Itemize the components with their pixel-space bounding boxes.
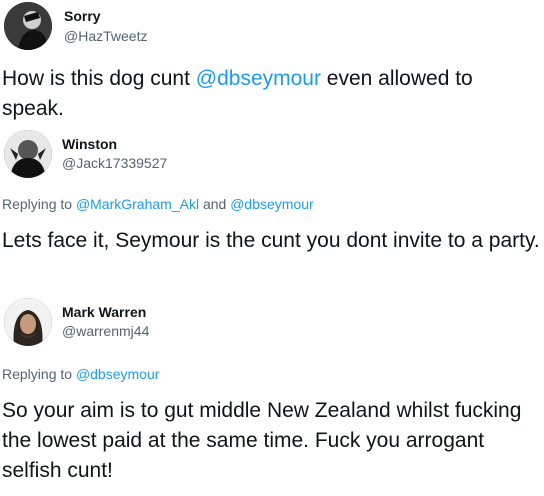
tweet-text: So your aim is to gut middle New Zealand… <box>2 399 522 482</box>
author-handle[interactable]: @Jack17339527 <box>62 155 167 171</box>
replying-prefix: Replying to <box>2 196 76 212</box>
avatar[interactable] <box>4 298 52 346</box>
avatar-image <box>4 2 52 50</box>
replying-to: Replying to @dbseymour <box>2 366 159 382</box>
avatar-image <box>4 130 52 178</box>
author-handle[interactable]: @warrenmj44 <box>62 323 149 339</box>
author-name[interactable]: Mark Warren <box>62 304 146 320</box>
replying-and: and <box>199 196 231 212</box>
reply-mention-link[interactable]: @MarkGraham_Akl <box>76 196 199 212</box>
author-name[interactable]: Winston <box>62 136 117 152</box>
tweet-text-part: How is this dog cunt <box>2 67 196 90</box>
avatar[interactable] <box>4 130 52 178</box>
tweet-text: Lets face it, Seymour is the cunt you do… <box>2 229 540 252</box>
avatar[interactable] <box>4 2 52 50</box>
mention-link[interactable]: @dbseymour <box>196 67 321 90</box>
reply-mention-link[interactable]: @dbseymour <box>230 196 313 212</box>
reply-mention-link[interactable]: @dbseymour <box>76 366 159 382</box>
author-handle[interactable]: @HazTweetz <box>64 28 147 44</box>
avatar-image <box>4 298 52 346</box>
author-name[interactable]: Sorry <box>64 8 101 24</box>
tweet-text: How is this dog cunt @dbseymour even all… <box>2 64 540 124</box>
replying-to: Replying to @MarkGraham_Akl and @dbseymo… <box>2 196 314 212</box>
replying-prefix: Replying to <box>2 366 76 382</box>
